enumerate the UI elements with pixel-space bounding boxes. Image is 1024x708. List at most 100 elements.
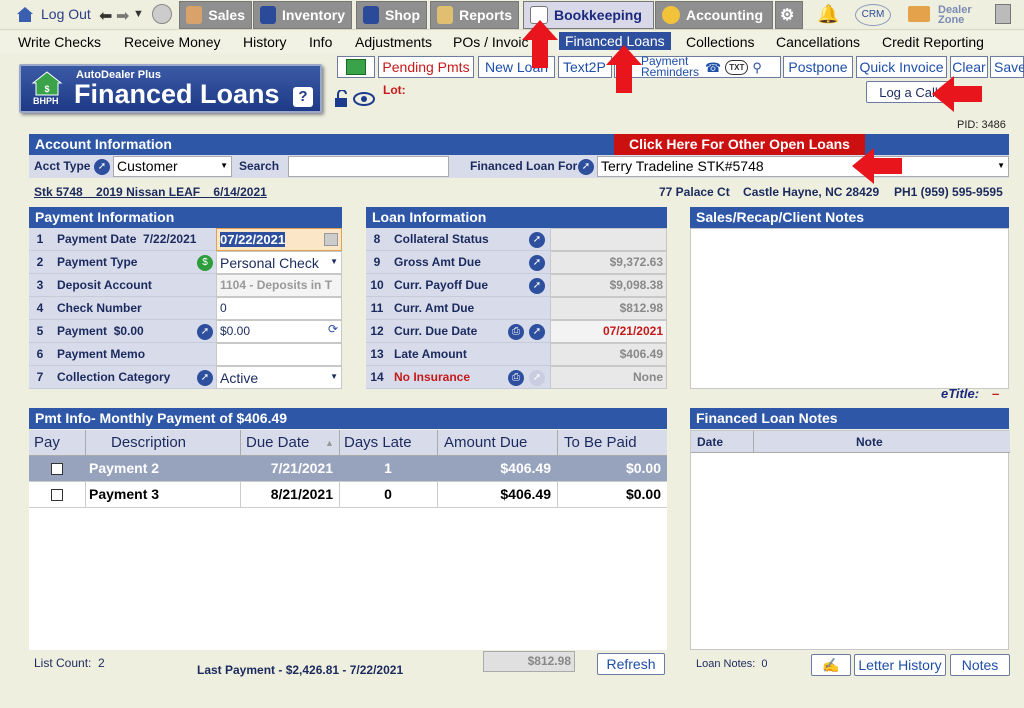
crm-button[interactable]: CRM — [855, 4, 891, 26]
etitle-label: eTitle: — [941, 386, 980, 401]
subnav-info[interactable]: Info — [309, 34, 332, 50]
deposit-account-label: Deposit Account — [57, 278, 152, 292]
notes-button[interactable]: Notes — [950, 654, 1010, 676]
calendar-icon[interactable] — [324, 233, 338, 246]
subnav-pos-invoices[interactable]: POs / Invoices — [453, 34, 529, 50]
bell-icon[interactable]: 🔔 — [817, 4, 839, 25]
export-button[interactable] — [337, 56, 375, 78]
back-arrow-icon[interactable]: ⬅ — [99, 6, 112, 26]
dollar-icon[interactable]: $ — [197, 255, 213, 271]
financed-loans-logo: $ BHPH AutoDealer Plus Financed Loans ? — [19, 64, 322, 113]
no-insurance-label: No Insurance — [394, 370, 471, 384]
gross-amt-info-icon[interactable]: ➚ — [529, 255, 545, 271]
table-row[interactable]: Payment 3 8/21/2021 0 $406.49 $0.00 — [29, 482, 667, 508]
eye-icon[interactable] — [353, 92, 375, 106]
nav-sales[interactable]: Sales — [179, 1, 252, 29]
due-date-info-icon[interactable]: ➚ — [529, 324, 545, 340]
sort-asc-icon: ▲ — [325, 438, 334, 448]
col-to-be-paid[interactable]: To Be Paid — [564, 430, 637, 455]
pay-checkbox[interactable] — [51, 489, 63, 501]
subnav-history[interactable]: History — [243, 34, 287, 50]
nav-shop[interactable]: Shop — [356, 1, 427, 29]
table-row[interactable]: Payment 2 7/21/2021 1 $406.49 $0.00 — [29, 456, 667, 482]
payment-row-3: 3 Deposit Account 1104 - Deposits in T — [29, 274, 342, 297]
collateral-status-value — [550, 228, 667, 251]
help-button[interactable]: ? — [293, 87, 313, 107]
col-date[interactable]: Date — [697, 435, 723, 449]
subnav-write-checks[interactable]: Write Checks — [18, 34, 101, 50]
clear-button[interactable]: Clear — [950, 56, 988, 78]
col-description[interactable]: Description — [111, 430, 186, 455]
collateral-info-icon[interactable]: ➚ — [529, 232, 545, 248]
financed-loan-for-info-icon[interactable]: ➚ — [578, 159, 594, 175]
financed-loan-for-select[interactable]: Terry Tradeline STK#5748 ▼ — [597, 156, 1009, 177]
payoff-info-icon[interactable]: ➚ — [529, 278, 545, 294]
bhph-badge: BHPH — [33, 96, 59, 106]
list-count: List Count: 2 — [34, 656, 105, 670]
quick-invoice-button[interactable]: Quick Invoice — [856, 56, 947, 78]
letter-history-button[interactable]: Letter History — [854, 654, 946, 676]
forward-arrow-icon[interactable]: ➡ — [116, 6, 129, 26]
nav-inventory[interactable]: Inventory — [253, 1, 352, 29]
search-input[interactable] — [288, 156, 449, 177]
postpone-button[interactable]: Postpone — [783, 56, 853, 78]
acct-type-select[interactable]: Customer ▼ — [113, 156, 232, 177]
check-number-input[interactable]: 0 — [216, 297, 342, 320]
collection-category-label: Collection Category — [57, 370, 171, 384]
payment-date-input[interactable]: 07/22/2021 — [216, 228, 342, 251]
col-amount-due[interactable]: Amount Due — [444, 430, 527, 455]
salesman-icon — [186, 6, 203, 24]
pending-payments-button[interactable]: Pending Pmts — [378, 56, 474, 78]
phone-icon: ☎ — [705, 59, 722, 75]
highlight-arrow-financed-loans — [606, 45, 642, 93]
nav-accounting[interactable]: Accounting — [655, 1, 773, 29]
loan-notes-count: Loan Notes: 0 — [696, 658, 768, 670]
refresh-icon[interactable]: ⟳ — [328, 322, 338, 336]
dealer-zone-label-2[interactable]: Zone — [938, 14, 964, 26]
unlock-icon[interactable] — [334, 89, 350, 108]
col-due-date[interactable]: Due Date — [246, 430, 309, 455]
print-icon[interactable]: ⎙ — [508, 324, 524, 340]
save-button[interactable]: Save — [990, 56, 1024, 78]
subnav-adjustments[interactable]: Adjustments — [355, 34, 432, 50]
subnav-cancellations[interactable]: Cancellations — [776, 34, 860, 50]
pay-checkbox[interactable] — [51, 463, 63, 475]
calculator-icon[interactable] — [995, 4, 1011, 24]
user-face-icon[interactable] — [152, 4, 172, 24]
subnav-collections[interactable]: Collections — [686, 34, 754, 50]
payment-amount-info-icon[interactable]: ➚ — [197, 324, 213, 340]
deposit-account-field[interactable]: 1104 - Deposits in T — [216, 274, 342, 297]
refresh-button[interactable]: Refresh — [597, 653, 665, 675]
pmt-table-columns: Pay Description Due Date ▲ Days Late Amo… — [29, 430, 667, 456]
other-open-loans-button[interactable]: Click Here For Other Open Loans — [614, 134, 865, 155]
stock-vehicle-link[interactable]: Stk 5748 2019 Nissan LEAF 6/14/2021 — [34, 185, 267, 199]
col-pay[interactable]: Pay — [34, 430, 60, 455]
loan-row-9: 9 Gross Amt Due ➚ $9,372.63 — [366, 251, 667, 274]
dealer-zone-icon[interactable] — [908, 6, 930, 22]
payment-row-2: 2 Payment Type $ Personal Check ▼ — [29, 251, 342, 274]
signature-button[interactable]: ✍ — [811, 654, 851, 676]
payment-amount-input[interactable]: $0.00 ⟳ — [216, 320, 342, 343]
text2pay-button[interactable]: Text2P — [558, 56, 612, 78]
payment-type-select[interactable]: Personal Check ▼ — [216, 251, 342, 274]
col-note[interactable]: Note — [856, 435, 883, 449]
customer-phone: PH1 (959) 595-9595 — [894, 185, 1003, 199]
subnav-credit-reporting[interactable]: Credit Reporting — [882, 34, 984, 50]
sales-notes-area[interactable] — [690, 228, 1009, 389]
payment-type-label: Payment Type — [57, 255, 138, 269]
chevron-down-icon[interactable]: ▼ — [133, 8, 144, 20]
payment-memo-input[interactable] — [216, 343, 342, 366]
nav-reports[interactable]: Reports — [430, 1, 519, 29]
logout-link[interactable]: Log Out — [41, 6, 91, 22]
home-icon[interactable] — [15, 5, 35, 23]
insurance-print-icon[interactable]: ⎙ — [508, 370, 524, 386]
payment-row-7: 7 Collection Category ➚ Active ▼ — [29, 366, 342, 389]
collection-category-select[interactable]: Active ▼ — [216, 366, 342, 389]
pid-label: PID: 3486 — [957, 119, 1006, 131]
acct-type-info-icon[interactable]: ➚ — [94, 159, 110, 175]
subnav-receive-money[interactable]: Receive Money — [124, 34, 221, 50]
collection-category-info-icon[interactable]: ➚ — [197, 370, 213, 386]
settings-button[interactable]: ⚙ — [775, 1, 803, 29]
col-days-late[interactable]: Days Late — [344, 430, 412, 455]
location-pin-icon: ⚲ — [752, 59, 762, 75]
